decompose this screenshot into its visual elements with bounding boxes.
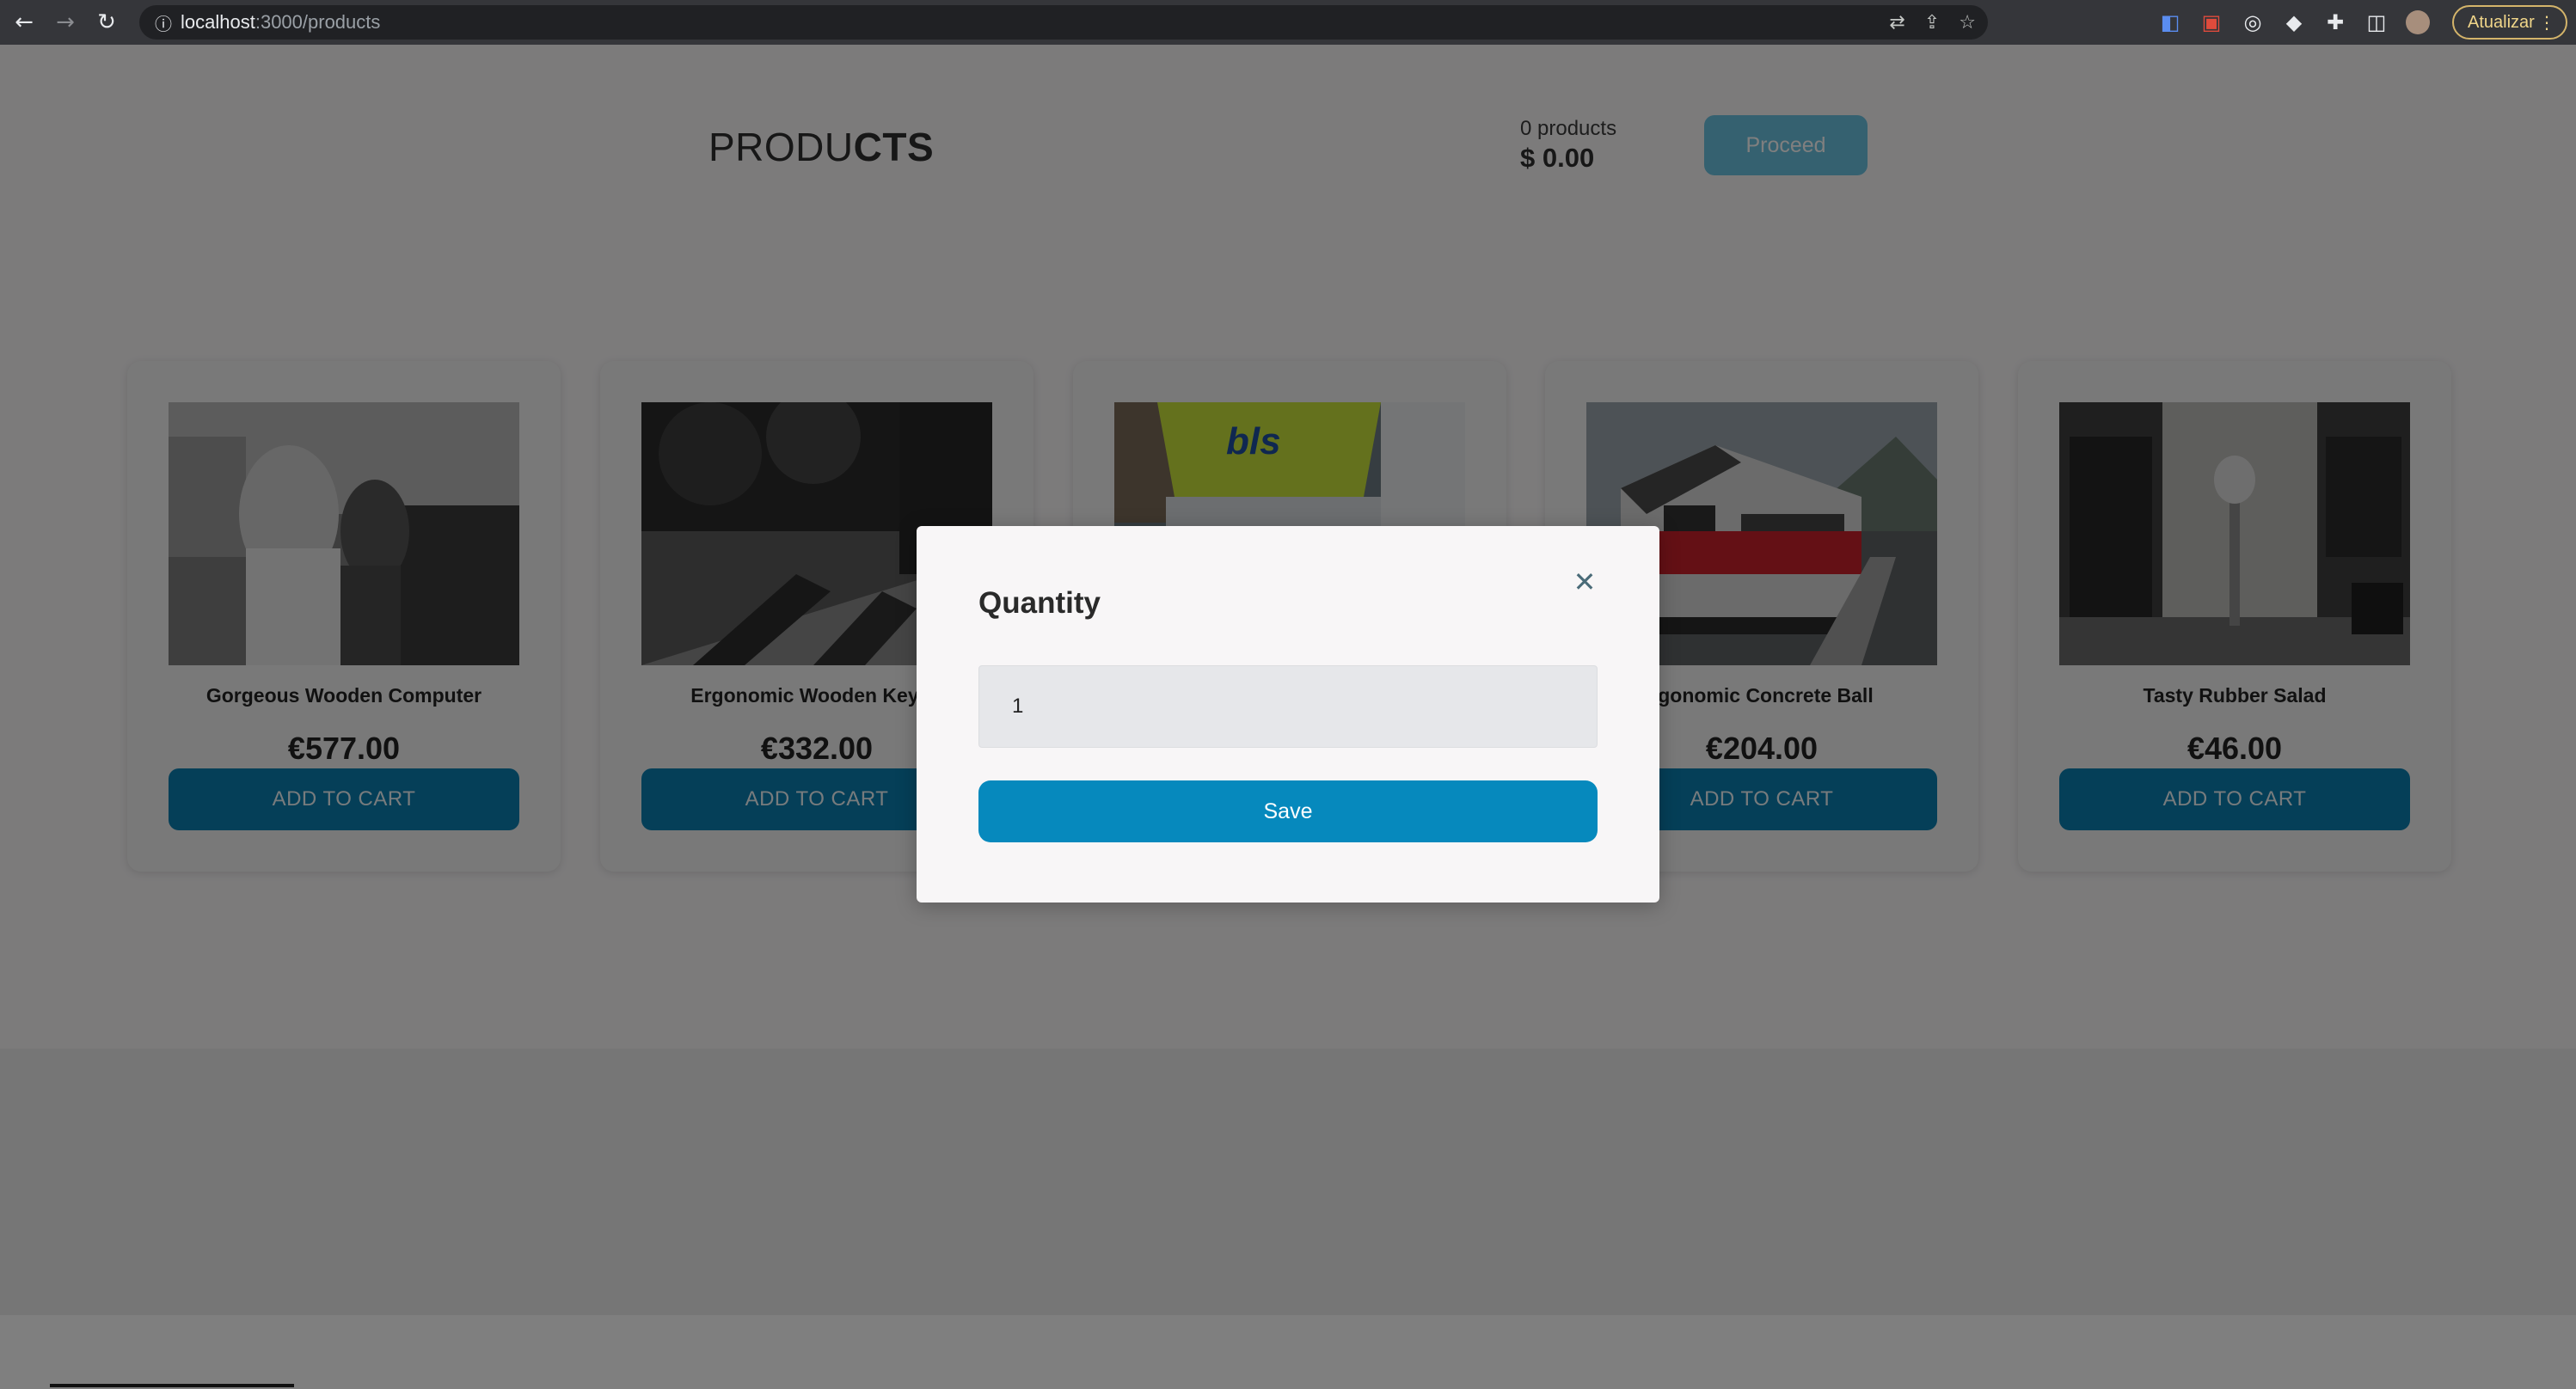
quantity-input[interactable] (978, 665, 1598, 748)
save-button[interactable]: Save (978, 780, 1598, 842)
translate-icon[interactable]: ⇄ (1889, 12, 1904, 34)
side-panel-icon[interactable]: ◫ (2364, 10, 2389, 34)
extension-color-icon[interactable]: ◆ (2282, 10, 2306, 34)
extension-target-icon[interactable]: ◎ (2241, 10, 2265, 34)
profile-avatar[interactable] (2406, 10, 2430, 34)
reload-icon[interactable]: ↻ (89, 5, 124, 40)
share-icon[interactable]: ⇪ (1924, 12, 1940, 34)
extensions-puzzle-icon[interactable]: ✚ (2323, 10, 2347, 34)
site-info-icon[interactable]: ⓘ (155, 10, 181, 35)
update-button[interactable]: Atualizar ⋮ (2452, 5, 2567, 40)
extension-translate-icon[interactable]: ◧ (2158, 10, 2182, 34)
quantity-modal: Quantity ✕ Save (917, 526, 1659, 903)
bookmark-star-icon[interactable]: ☆ (1959, 12, 1976, 34)
back-icon[interactable]: ← (7, 5, 41, 40)
extension-pdf-icon[interactable]: ▣ (2199, 10, 2223, 34)
url-path: :3000/products (255, 11, 381, 33)
update-label: Atualizar (2468, 12, 2535, 32)
address-bar[interactable]: ⓘ localhost:3000/products ⇄ ⇪ ☆ (139, 5, 1988, 40)
browser-toolbar: ← → ↻ ⓘ localhost:3000/products ⇄ ⇪ ☆ ◧ … (0, 0, 2576, 45)
modal-title: Quantity (978, 586, 1101, 620)
close-icon[interactable]: ✕ (1563, 560, 1606, 603)
menu-dots-icon: ⋮ (2538, 12, 2555, 33)
url-host: localhost (181, 11, 255, 33)
forward-icon[interactable]: → (48, 5, 83, 40)
